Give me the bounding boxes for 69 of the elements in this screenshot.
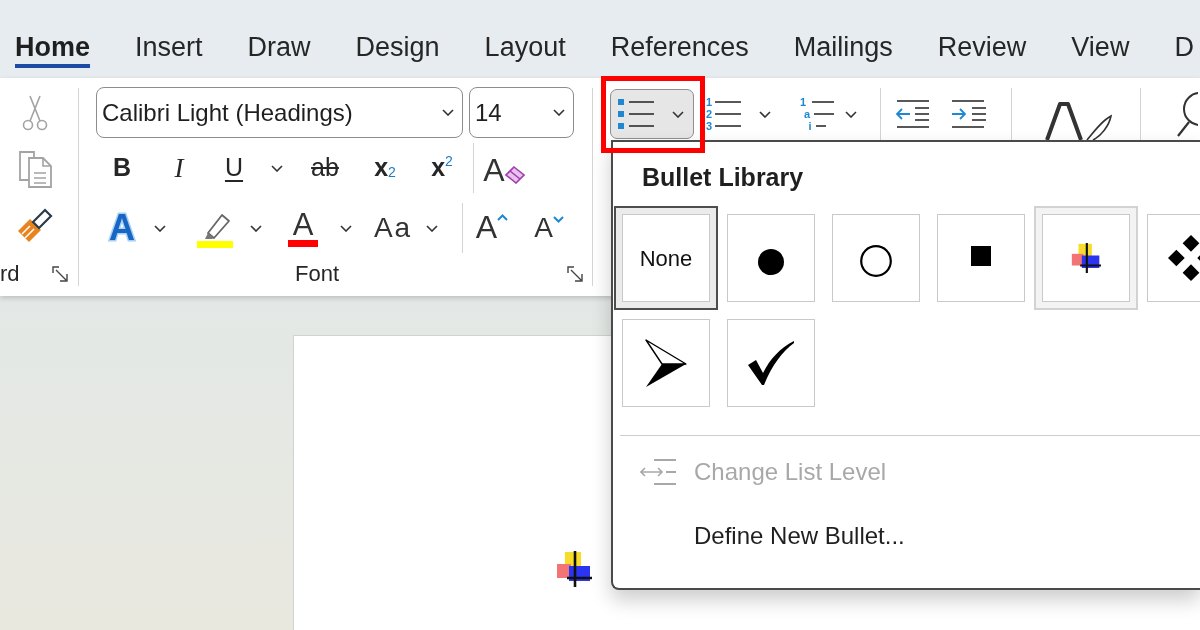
chevron-down-icon xyxy=(250,224,262,232)
multilevel-list-button[interactable]: 1 a i xyxy=(794,92,835,136)
scissors-icon xyxy=(21,95,49,131)
chevron-down-icon xyxy=(340,224,352,232)
grow-font-button[interactable]: A xyxy=(470,206,514,250)
ribbon-tab[interactable]: Design xyxy=(355,29,440,65)
bullet-option[interactable]: None xyxy=(614,206,718,310)
ribbon-tab[interactable]: Mailings xyxy=(793,29,893,65)
clear-formatting-button[interactable]: A xyxy=(478,146,530,190)
list-level-icon xyxy=(640,458,676,486)
paintbrush-icon xyxy=(17,207,53,243)
bold-button[interactable]: B xyxy=(102,146,142,190)
ribbon-tab[interactable]: Layout xyxy=(484,29,566,65)
menu-item[interactable]: Define New Bullet... xyxy=(613,516,905,556)
chevron-down-icon xyxy=(845,110,858,118)
copy-icon xyxy=(18,150,52,188)
font-size-value: 14 xyxy=(475,97,502,128)
font-name-combobox[interactable]: Calibri Light (Headings) xyxy=(96,87,463,138)
shrink-font-button[interactable]: A xyxy=(527,206,571,250)
bullets-button[interactable] xyxy=(610,89,694,139)
text-effects-button[interactable]: A xyxy=(100,205,144,251)
list-lines-icon xyxy=(812,99,835,129)
dialog-launcher-button[interactable] xyxy=(567,266,583,282)
decrease-indent-icon xyxy=(895,99,930,129)
square-bullet-icon xyxy=(971,246,991,266)
ring-bullet-icon xyxy=(860,245,892,277)
eraser-icon xyxy=(504,166,525,184)
chevron-down-icon xyxy=(553,109,565,116)
group-label: Font xyxy=(295,262,340,286)
picture-bullet-icon xyxy=(556,551,592,587)
dialog-launcher-button[interactable] xyxy=(52,266,68,282)
dialog-launcher-icon xyxy=(52,266,68,282)
chevron-down-icon xyxy=(442,109,454,116)
font-name-value: Calibri Light (Headings) xyxy=(102,97,353,128)
ribbon-tab[interactable]: Insert xyxy=(135,29,203,65)
change-case-button[interactable]: Aa xyxy=(369,206,417,250)
ribbon-tab[interactable]: Home xyxy=(15,29,90,65)
group-label: rd xyxy=(0,262,20,286)
picture-bullet-icon xyxy=(1070,243,1102,273)
chevron-down-icon xyxy=(426,224,438,232)
menu-heading: Bullet Library xyxy=(641,162,805,192)
ribbon-tab[interactable]: D xyxy=(1174,29,1194,65)
styles-icon xyxy=(1045,100,1114,140)
ribbon-tab[interactable]: Review xyxy=(937,29,1027,65)
chevron-down-icon xyxy=(759,110,772,118)
chevron-down-icon xyxy=(672,110,684,118)
font-size-combobox[interactable]: 14 xyxy=(469,87,574,138)
color-bar-icon xyxy=(288,240,318,247)
underline-button[interactable]: U xyxy=(214,146,254,190)
disc-bullet-icon xyxy=(758,249,784,275)
arrowhead-bullet-icon xyxy=(645,339,687,387)
italic-button[interactable]: I xyxy=(159,146,199,190)
bullet-option[interactable] xyxy=(1034,206,1138,310)
superscript-button[interactable]: x$^{2}$ xyxy=(420,146,464,190)
ribbon-tab[interactable]: Draw xyxy=(247,29,311,65)
numbering-button[interactable]: 1 2 3 xyxy=(706,92,742,136)
dialog-launcher-icon xyxy=(567,266,583,282)
list-lines-icon xyxy=(715,99,742,129)
checkmark-bullet-icon xyxy=(748,341,794,385)
strikethrough-button[interactable]: ab xyxy=(301,146,349,190)
ribbon-tab[interactable]: View xyxy=(1071,29,1130,65)
ribbon-tab[interactable]: References xyxy=(610,29,749,65)
caret-down-icon xyxy=(552,216,564,223)
bulleted-list-icon xyxy=(618,98,654,130)
chevron-down-icon xyxy=(154,224,166,232)
caret-up-icon xyxy=(497,214,509,221)
chevron-down-icon xyxy=(271,164,283,172)
increase-indent-icon xyxy=(952,99,987,129)
font-color-button[interactable]: A xyxy=(281,205,325,251)
